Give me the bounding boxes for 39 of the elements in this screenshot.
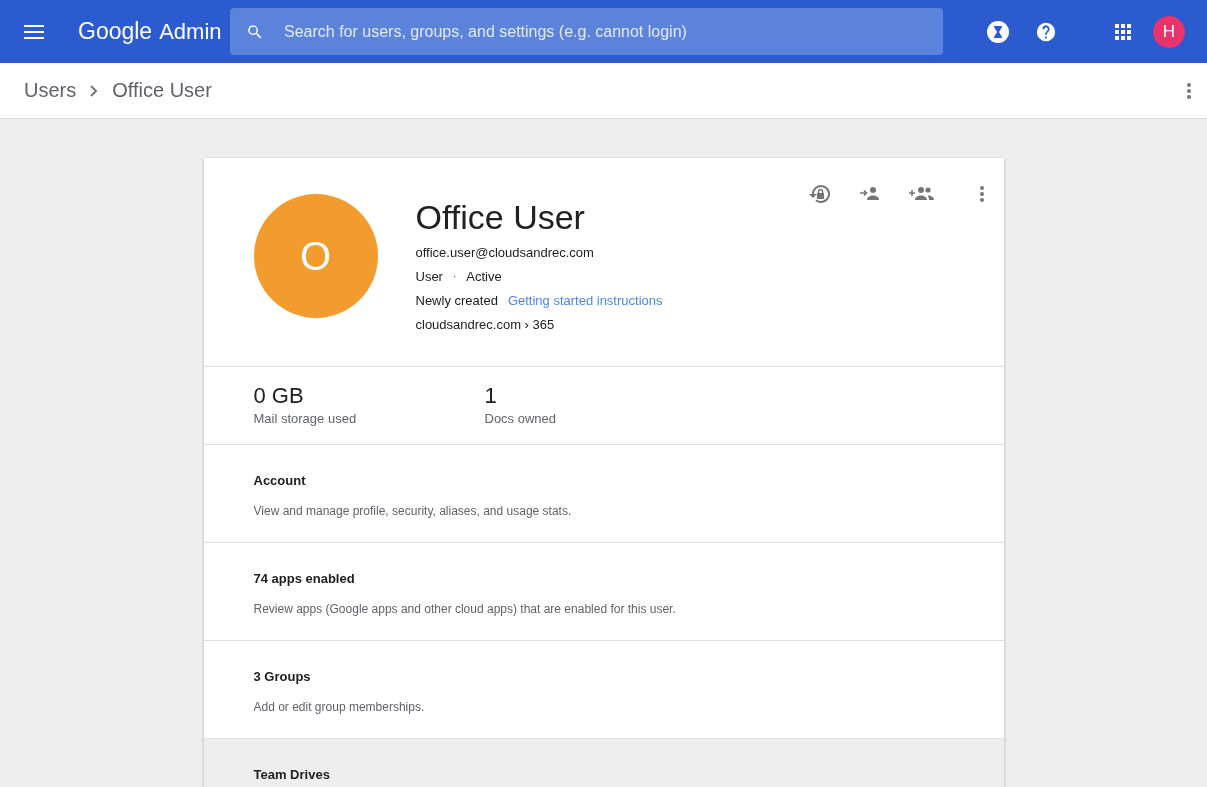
search-bar[interactable]: Search for users, groups, and settings (e.g. cannot login) xyxy=(230,8,943,55)
stat-label: Docs owned xyxy=(484,411,558,426)
section-row[interactable]: 3 Groups Add or edit group memberships. xyxy=(203,641,1004,739)
hourglass-icon[interactable] xyxy=(987,20,1009,43)
org-unit-path: cloudsandrec.com › 365 xyxy=(415,317,555,332)
section-row[interactable]: 74 apps enabled Review apps (Google apps and other cloud apps) that are enabled for this user. xyxy=(203,543,1004,641)
section-title: 3 Groups xyxy=(253,669,312,684)
reset-password-icon[interactable] xyxy=(807,182,832,206)
section-description: Review apps (Google apps and other cloud apps) that are enabled for this user. xyxy=(253,602,677,616)
menu-icon[interactable] xyxy=(24,24,44,39)
section-description: View and manage profile, security, aliases, and usage stats. xyxy=(253,504,573,518)
section-title: Account xyxy=(253,473,307,488)
breadcrumb-item: Office User xyxy=(112,79,212,102)
user-status: Active xyxy=(466,269,502,284)
chevron-right-icon xyxy=(90,84,99,97)
user-avatar: O xyxy=(253,194,378,318)
stat-value: 0 GB xyxy=(253,383,305,409)
stat-label: Mail storage used xyxy=(253,411,358,426)
user-note: Newly created xyxy=(415,293,498,308)
product-name: Admin xyxy=(159,19,222,45)
help-icon[interactable] xyxy=(1035,20,1057,43)
stat-value: 1 xyxy=(484,383,498,409)
instructions-link[interactable]: Getting started instructions xyxy=(507,293,663,308)
search-field[interactable]: Search for users, groups, and settings (e.g. cannot login) xyxy=(282,21,927,42)
apps-grid-icon[interactable] xyxy=(1115,23,1131,40)
separator-dot: · xyxy=(452,271,457,282)
more-vert-icon[interactable] xyxy=(1187,82,1191,99)
logo-text[interactable]: Google xyxy=(78,18,153,45)
user-email: office.user@cloudsandrec.com xyxy=(415,245,594,260)
user-role: User xyxy=(415,269,443,284)
section-title: Team Drives xyxy=(253,767,331,782)
section-row[interactable]: Account View and manage profile, security, aliases, and usage stats. xyxy=(203,445,1004,543)
breadcrumb-item[interactable]: Users xyxy=(24,79,77,102)
section-description: Add or edit group memberships. xyxy=(253,700,426,714)
section-row[interactable]: Team Drives xyxy=(203,739,1004,787)
search-icon xyxy=(246,22,264,41)
user-name: Office User xyxy=(415,198,586,237)
section-title: 74 apps enabled xyxy=(253,571,356,586)
account-avatar[interactable]: H xyxy=(1153,15,1185,48)
